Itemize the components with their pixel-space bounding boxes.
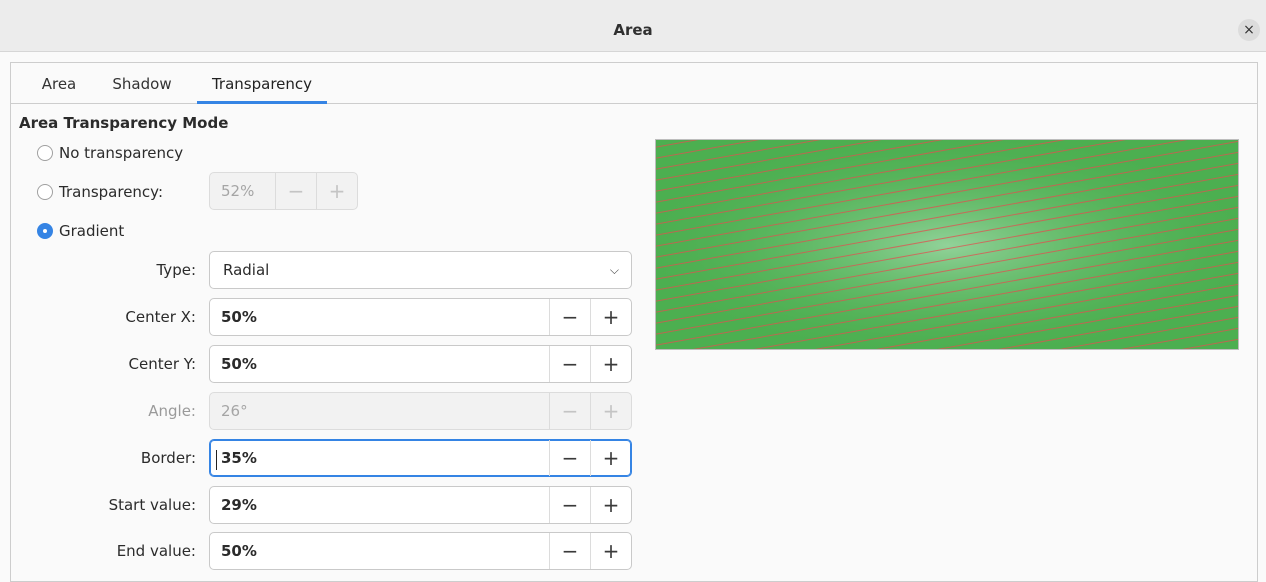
tab-area[interactable]: Area xyxy=(35,63,83,103)
border-spin[interactable]: 35% − + xyxy=(209,439,632,477)
border-plus-button[interactable]: + xyxy=(590,440,631,476)
radio-indicator xyxy=(37,184,53,200)
transparency-radio[interactable]: Transparency: xyxy=(37,181,163,203)
end-value-spin[interactable]: 50% − + xyxy=(209,532,632,570)
gradient-radio[interactable]: Gradient xyxy=(37,220,124,242)
end-value-plus-button[interactable]: + xyxy=(590,533,631,569)
start-value-plus-button[interactable]: + xyxy=(590,487,631,523)
border-minus-button[interactable]: − xyxy=(549,440,590,476)
transparency-label: Transparency: xyxy=(59,183,164,201)
transparency-value: 52% xyxy=(221,182,255,200)
radio-indicator xyxy=(37,145,53,161)
center-y-spin[interactable]: 50% − + xyxy=(209,345,632,383)
preview-canvas xyxy=(656,140,1238,349)
angle-minus-button[interactable]: − xyxy=(549,393,590,429)
center-x-value: 50% xyxy=(221,308,257,326)
tab-transparency[interactable]: Transparency xyxy=(197,63,327,104)
type-value: Radial xyxy=(223,261,270,279)
center-y-plus-button[interactable]: + xyxy=(590,346,631,382)
center-y-label: Center Y: xyxy=(128,355,196,373)
start-value-label: Start value: xyxy=(108,496,196,514)
center-x-spin[interactable]: 50% − + xyxy=(209,298,632,336)
section-title: Area Transparency Mode xyxy=(19,114,229,132)
center-y-minus-button[interactable]: − xyxy=(549,346,590,382)
radio-indicator xyxy=(37,223,53,239)
close-button[interactable]: × xyxy=(1238,19,1260,41)
border-label: Border: xyxy=(140,449,196,467)
start-value-minus-button[interactable]: − xyxy=(549,487,590,523)
chevron-down-icon: ⌵ xyxy=(609,263,619,277)
type-dropdown[interactable]: Radial ⌵ xyxy=(209,251,632,289)
start-value-value: 29% xyxy=(221,496,257,514)
no-transparency-radio[interactable]: No transparency xyxy=(37,142,183,164)
transparency-plus-button[interactable]: + xyxy=(316,173,357,209)
end-value-label: End value: xyxy=(116,542,196,560)
transparency-preview xyxy=(655,139,1239,350)
center-x-label: Center X: xyxy=(125,308,196,326)
end-value-value: 50% xyxy=(221,542,257,560)
center-y-value: 50% xyxy=(221,355,257,373)
type-label: Type: xyxy=(156,261,196,279)
tab-shadow[interactable]: Shadow xyxy=(110,63,174,103)
tab-strip: Area Shadow Transparency xyxy=(11,63,1257,104)
gradient-label: Gradient xyxy=(59,222,125,240)
border-value[interactable]: 35% xyxy=(210,440,549,476)
angle-value: 26° xyxy=(221,402,248,420)
transparency-minus-button[interactable]: − xyxy=(275,173,316,209)
angle-label: Angle: xyxy=(148,402,196,420)
no-transparency-label: No transparency xyxy=(59,144,184,162)
center-x-plus-button[interactable]: + xyxy=(590,299,631,335)
text-cursor xyxy=(216,450,217,470)
start-value-spin[interactable]: 29% − + xyxy=(209,486,632,524)
close-icon: × xyxy=(1243,22,1255,38)
title-bar: Area × xyxy=(0,0,1266,52)
angle-spin[interactable]: 26° − + xyxy=(209,392,632,430)
center-x-minus-button[interactable]: − xyxy=(549,299,590,335)
end-value-minus-button[interactable]: − xyxy=(549,533,590,569)
angle-plus-button[interactable]: + xyxy=(590,393,631,429)
transparency-spin[interactable]: 52% − + xyxy=(209,172,358,210)
window-title: Area xyxy=(613,21,653,39)
